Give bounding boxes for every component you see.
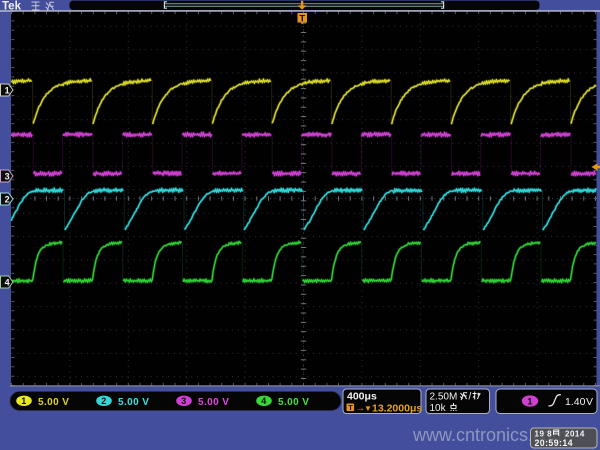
svg-text:4: 4	[5, 277, 10, 287]
svg-text:1.40: 1.40	[565, 396, 586, 408]
svg-text:5.00 V: 5.00 V	[38, 397, 69, 408]
svg-text:2.50M: 2.50M	[430, 392, 458, 403]
svg-text:1: 1	[21, 396, 26, 406]
svg-text:5.00 V: 5.00 V	[118, 397, 149, 408]
svg-text:/: /	[469, 392, 472, 403]
svg-text:T: T	[348, 403, 353, 412]
svg-text:3: 3	[5, 171, 10, 181]
svg-text:4: 4	[261, 396, 266, 406]
svg-text:400μs: 400μs	[347, 391, 377, 403]
svg-text:10k: 10k	[430, 403, 447, 414]
svg-text:13.2000μs: 13.2000μs	[372, 402, 422, 414]
svg-text:20:59:14: 20:59:14	[535, 438, 573, 448]
svg-text:T: T	[299, 14, 305, 25]
svg-text:3: 3	[181, 396, 186, 406]
svg-text:Tek: Tek	[2, 0, 22, 12]
svg-text:5.00 V: 5.00 V	[198, 397, 229, 408]
svg-text:2: 2	[5, 194, 10, 204]
svg-text:5.00 V: 5.00 V	[278, 397, 309, 408]
svg-text:V: V	[586, 396, 593, 408]
svg-text:▼: ▼	[364, 404, 372, 413]
svg-text:1: 1	[527, 396, 533, 407]
svg-text:1: 1	[5, 85, 10, 95]
svg-text:2: 2	[101, 396, 106, 406]
